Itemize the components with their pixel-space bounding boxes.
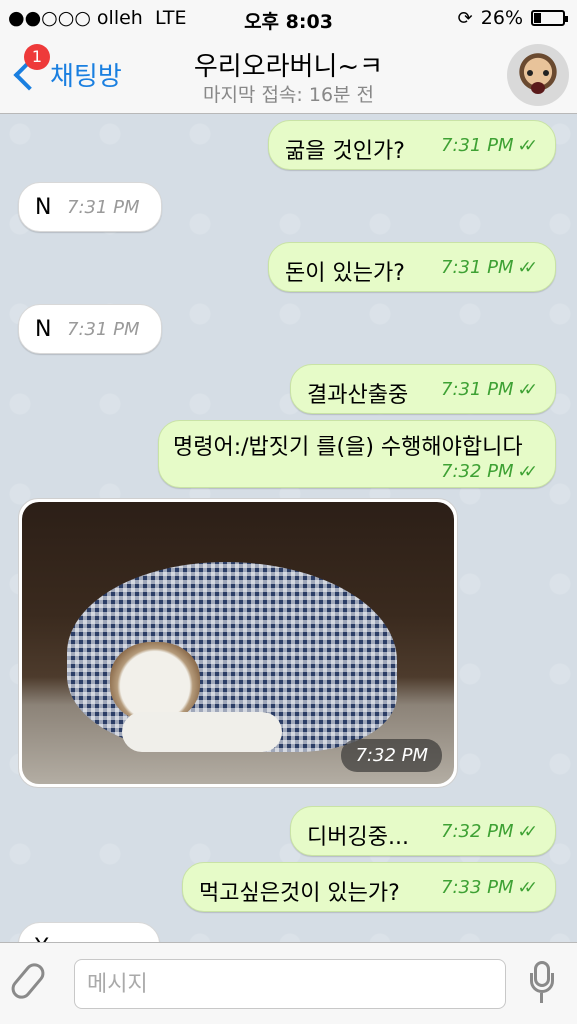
message-time: 7:31 PM [67,319,140,340]
microphone-icon[interactable] [530,961,554,1005]
message-bubble-outgoing[interactable]: 명령어:/밥짓기 를(을) 수행해야합니다 7:32 PM ✓✓ [158,420,556,488]
status-bar: ●●○○○ olleh LTE 오후 8:03 ⟳ 26% [0,0,577,38]
photo-message[interactable]: 7:32 PM [18,498,458,788]
message-bubble-outgoing[interactable]: 굶을 것인가? 7:31 PM ✓✓ [268,120,556,170]
chat-title[interactable]: 우리오라버니~ㅋ [120,46,457,83]
chat-header: 채팅방 1 우리오라버니~ㅋ 마지막 접속: 16분 전 [0,38,577,114]
message-text: 굶을 것인가? [285,139,405,164]
battery-icon [531,10,568,26]
photo-time: 7:32 PM [341,739,442,772]
message-bubble-outgoing[interactable]: 결과산출중 7:31 PM ✓✓ [290,364,556,414]
double-check-icon: ✓✓ [517,462,538,482]
double-check-icon: ✓✓ [517,878,538,898]
message-bubble-outgoing[interactable]: 먹고싶은것이 있는가? 7:33 PM ✓✓ [182,862,556,912]
message-text: 디버깅중... [307,825,409,850]
message-text: Y [35,935,48,942]
double-check-icon: ✓✓ [517,136,538,156]
message-time: 7:31 PM ✓✓ [441,257,538,278]
avatar[interactable] [507,44,569,106]
message-bubble-incoming[interactable]: N 7:31 PM [18,304,162,354]
message-time: 7:32 PM ✓✓ [441,821,538,842]
double-check-icon: ✓✓ [517,380,538,400]
message-bubble-incoming[interactable]: Y [18,922,160,942]
double-check-icon: ✓✓ [517,822,538,842]
message-text: 먹고싶은것이 있는가? [199,881,400,906]
message-text: 돈이 있는가? [285,261,405,286]
back-label: 채팅방 [50,62,122,92]
message-text: N [35,195,52,220]
message-bubble-incoming[interactable]: N 7:31 PM [18,182,162,232]
message-list[interactable]: 굶을 것인가? 7:31 PM ✓✓ N 7:31 PM 돈이 있는가? 7:31… [0,114,577,942]
message-bubble-outgoing[interactable]: 디버깅중... 7:32 PM ✓✓ [290,806,556,856]
message-text: N [35,317,52,342]
message-text: 결과산출중 [307,383,409,408]
message-time: 7:31 PM ✓✓ [441,135,538,156]
rotation-lock-icon: ⟳ [457,7,473,29]
message-input-bar [0,942,577,1024]
attach-icon[interactable] [7,959,49,1003]
double-check-icon: ✓✓ [517,258,538,278]
message-bubble-outgoing[interactable]: 돈이 있는가? 7:31 PM ✓✓ [268,242,556,292]
message-time: 7:33 PM ✓✓ [441,877,538,898]
message-time: 7:31 PM ✓✓ [441,379,538,400]
message-time: 7:31 PM [67,197,140,218]
cat-photo: 7:32 PM [22,502,454,784]
unread-badge: 1 [24,44,50,70]
battery-percent: 26% [480,7,523,29]
last-seen-status: 마지막 접속: 16분 전 [202,84,375,106]
message-text: 명령어:/밥짓기 를(을) 수행해야합니다 [173,435,523,460]
message-input[interactable] [74,959,506,1009]
message-time: 7:32 PM ✓✓ [441,461,538,482]
